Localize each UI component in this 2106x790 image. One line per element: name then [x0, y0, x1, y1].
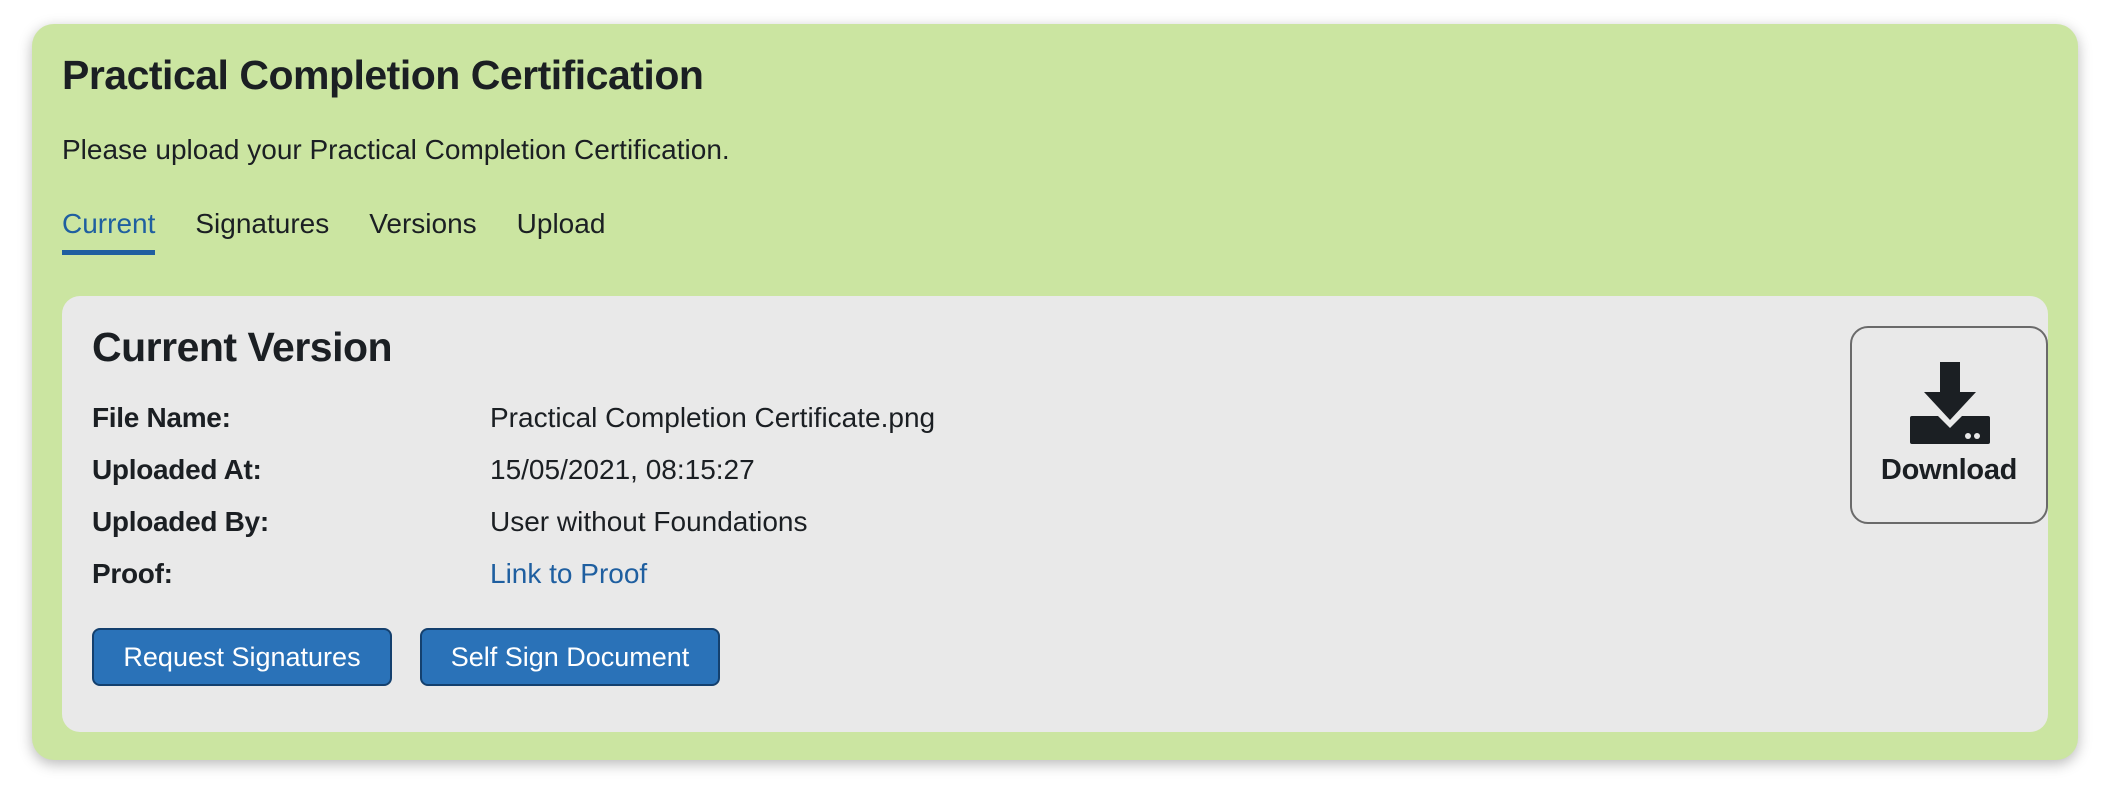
- file-name-label: File Name:: [92, 402, 231, 433]
- current-version-title: Current Version: [92, 324, 393, 370]
- proof-label: Proof:: [92, 558, 173, 589]
- download-button[interactable]: Download: [1850, 326, 2048, 524]
- file-name-row: File Name: Practical Completion Certific…: [92, 402, 935, 434]
- link-to-proof[interactable]: Link to Proof: [490, 558, 647, 589]
- proof-value-wrapper: Link to Proof: [490, 558, 647, 590]
- uploaded-at-value: 15/05/2021, 08:15:27: [490, 454, 755, 485]
- file-name-value: Practical Completion Certificate.png: [490, 402, 936, 433]
- tab-versions[interactable]: Versions: [369, 208, 476, 255]
- tab-current[interactable]: Current: [62, 208, 156, 255]
- self-sign-document-button[interactable]: Self Sign Document: [420, 628, 720, 686]
- uploaded-at-label: Uploaded At:: [92, 454, 262, 485]
- uploaded-at-row: Uploaded At: 15/05/2021, 08:15:27: [92, 454, 755, 486]
- uploaded-by-value: User without Foundations: [490, 506, 808, 537]
- card-subtitle: Please upload your Practical Completion …: [62, 134, 730, 165]
- tab-bar: Current Signatures Versions Upload: [62, 208, 605, 255]
- uploaded-by-label: Uploaded By:: [92, 506, 269, 537]
- download-icon: [1910, 362, 1990, 444]
- download-label: Download: [1880, 454, 2018, 486]
- request-signatures-button[interactable]: Request Signatures: [92, 628, 392, 686]
- document-card: Practical Completion Certification Pleas…: [32, 24, 2078, 760]
- card-title: Practical Completion Certification: [62, 52, 704, 98]
- tab-upload[interactable]: Upload: [517, 208, 606, 255]
- current-version-panel: Current Version File Name: Practical Com…: [62, 296, 2048, 732]
- tab-signatures[interactable]: Signatures: [195, 208, 329, 255]
- proof-row: Proof: Link to Proof: [92, 558, 647, 590]
- uploaded-by-row: Uploaded By: User without Foundations: [92, 506, 808, 538]
